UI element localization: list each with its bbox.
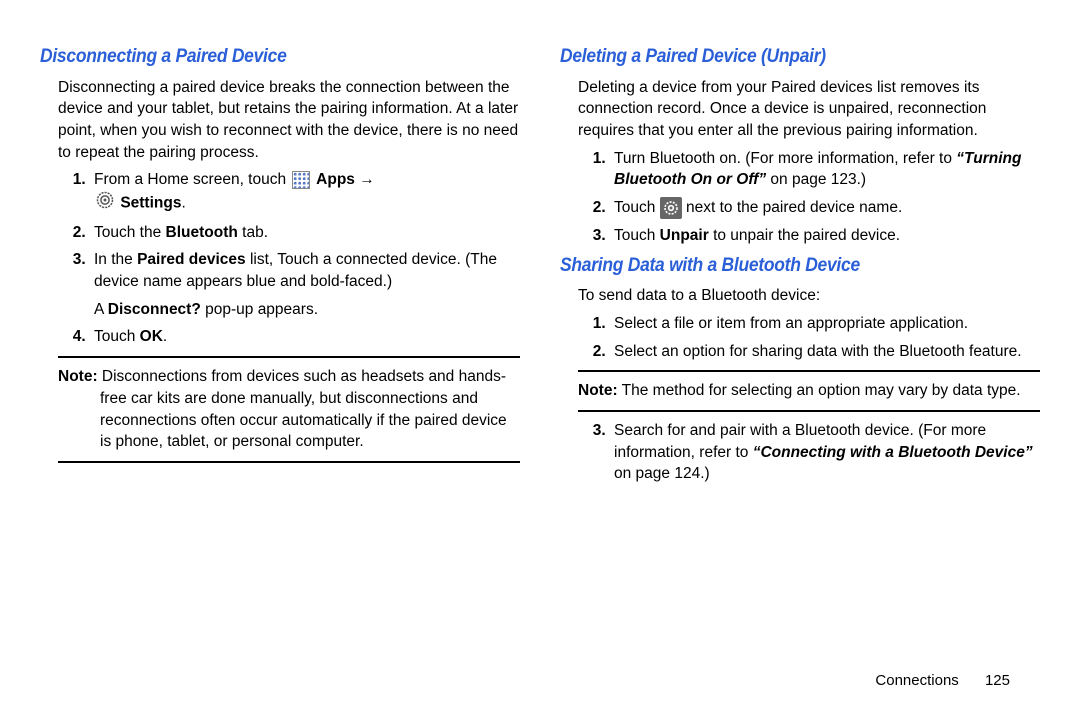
- footer-page-number: 125: [985, 672, 1010, 689]
- step2-bold: Bluetooth: [166, 224, 238, 241]
- del1-post: on page 123.): [766, 171, 866, 188]
- share2-text: Select an option for sharing data with t…: [614, 343, 1022, 360]
- step3-after: A Disconnect? pop-up appears.: [94, 299, 520, 321]
- del-step-2: Touch next to the paired device name.: [610, 197, 1040, 219]
- step1-apps: Apps: [316, 171, 355, 188]
- disconnecting-intro: Disconnecting a paired device breaks the…: [40, 77, 520, 164]
- step3-after-bold: Disconnect?: [108, 301, 201, 318]
- share-step-1: Select a file or item from an appropriat…: [610, 313, 1040, 335]
- del2-pre: Touch: [614, 199, 660, 216]
- heading-disconnecting: Disconnecting a Paired Device: [40, 44, 482, 71]
- step-4: Touch OK.: [90, 326, 520, 348]
- del-step-1: Turn Bluetooth on. (For more information…: [610, 148, 1040, 191]
- share-step-3: Search for and pair with a Bluetooth dev…: [610, 420, 1040, 485]
- note-text: Disconnections from devices such as head…: [98, 368, 507, 450]
- note-disconnections: Note: Disconnections from devices such a…: [40, 366, 520, 453]
- settings-gear-icon: [96, 191, 114, 216]
- del3-pre: Touch: [614, 227, 660, 244]
- share3-ref: “Connecting with a Bluetooth Device”: [753, 444, 1033, 461]
- del3-bold: Unpair: [660, 227, 709, 244]
- deleting-steps: Turn Bluetooth on. (For more information…: [560, 148, 1040, 247]
- step3-bold: Paired devices: [137, 251, 246, 268]
- settings-gear-box-icon: [660, 197, 682, 219]
- deleting-intro: Deleting a device from your Paired devic…: [560, 77, 1040, 142]
- arrow-icon: →: [359, 171, 375, 188]
- step4-bold: OK: [140, 328, 163, 345]
- heading-deleting: Deleting a Paired Device (Unpair): [560, 44, 1002, 71]
- disconnecting-steps: From a Home screen, touch Apps → Setting…: [40, 169, 520, 348]
- del1-pre: Turn Bluetooth on. (For more information…: [614, 150, 956, 167]
- footer-chapter: Connections: [875, 672, 958, 689]
- step-1: From a Home screen, touch Apps → Setting…: [90, 169, 520, 215]
- right-column: Deleting a Paired Device (Unpair) Deleti…: [560, 40, 1040, 660]
- share-step-2: Select an option for sharing data with t…: [610, 341, 1040, 363]
- step4-post: .: [163, 328, 167, 345]
- del-step-3: Touch Unpair to unpair the paired device…: [610, 225, 1040, 247]
- heading-sharing: Sharing Data with a Bluetooth Device: [560, 253, 1002, 280]
- sharing-steps: Select a file or item from an appropriat…: [560, 313, 1040, 362]
- left-column: Disconnecting a Paired Device Disconnect…: [40, 40, 520, 660]
- step1-settings: Settings: [120, 194, 181, 211]
- apps-grid-icon: [292, 171, 310, 189]
- step2-pre: Touch the: [94, 224, 166, 241]
- divider: [578, 410, 1040, 412]
- step-3: In the Paired devices list, Touch a conn…: [90, 249, 520, 320]
- sharing-intro: To send data to a Bluetooth device:: [560, 285, 1040, 307]
- page-body: Disconnecting a Paired Device Disconnect…: [40, 40, 1040, 660]
- note-label: Note:: [58, 368, 98, 385]
- share1-text: Select a file or item from an appropriat…: [614, 315, 968, 332]
- divider: [58, 356, 520, 358]
- step3-after-post: pop-up appears.: [201, 301, 318, 318]
- sharing-steps-cont: Search for and pair with a Bluetooth dev…: [560, 420, 1040, 485]
- share3-post: on page 124.): [614, 465, 710, 482]
- divider: [58, 461, 520, 463]
- note2-text: The method for selecting an option may v…: [618, 382, 1021, 399]
- del3-post: to unpair the paired device.: [709, 227, 900, 244]
- note2-label: Note:: [578, 382, 618, 399]
- step3-pre: In the: [94, 251, 137, 268]
- step3-after-pre: A: [94, 301, 108, 318]
- note-method: Note: The method for selecting an option…: [560, 380, 1040, 402]
- step-2: Touch the Bluetooth tab.: [90, 222, 520, 244]
- step1-pre: From a Home screen, touch: [94, 171, 290, 188]
- divider: [578, 370, 1040, 372]
- page-footer: Connections 125: [40, 670, 1040, 691]
- step4-pre: Touch: [94, 328, 140, 345]
- del2-post: next to the paired device name.: [682, 199, 903, 216]
- step2-post: tab.: [238, 224, 268, 241]
